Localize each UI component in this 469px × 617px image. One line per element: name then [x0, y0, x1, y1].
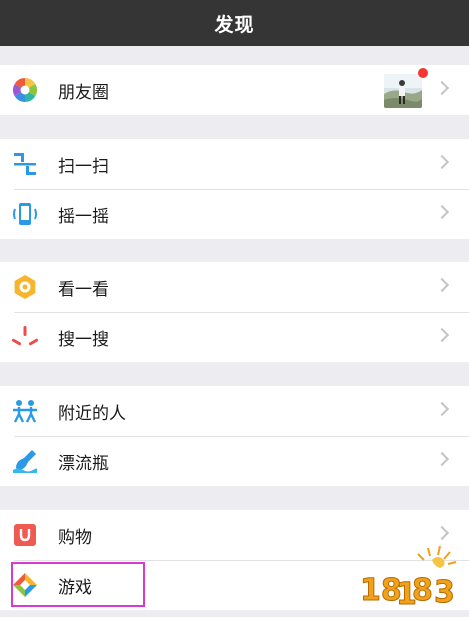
menu-item-label: 漂流瓶 [58, 453, 109, 474]
menu-item-label: 购物 [58, 527, 92, 548]
watermark-18183-logo: 18 1 8 3 [360, 545, 457, 610]
shake-phone-icon [13, 203, 37, 225]
group-stories-search: 看一看 搜一搜 [0, 262, 469, 362]
shopping-bag-icon [14, 524, 36, 546]
menu-item-shake[interactable]: 摇一摇 [0, 189, 469, 239]
chevron-right-icon [434, 204, 450, 220]
moments-aperture-icon [12, 78, 38, 102]
chevron-right-icon [434, 277, 450, 293]
chevron-right-icon [434, 154, 450, 170]
chevron-right-icon [434, 525, 450, 541]
menu-item-label: 搜一搜 [58, 329, 109, 350]
menu-item-scan[interactable]: 扫一扫 [0, 139, 469, 189]
chevron-right-icon [434, 401, 450, 417]
moments-latest-photo-thumbnail [384, 74, 422, 108]
group-nearby-bottle: 附近的人 漂流瓶 [0, 386, 469, 486]
people-nearby-icon [13, 400, 37, 423]
menu-item-drift-bottle[interactable]: 漂流瓶 [0, 436, 469, 486]
top-stories-icon [14, 275, 36, 299]
chevron-right-icon [434, 80, 450, 96]
svg-text:3: 3 [434, 575, 455, 610]
navigation-bar: 发现 [0, 0, 469, 46]
menu-item-label: 朋友圈 [58, 82, 109, 103]
games-highlight-box [11, 562, 145, 607]
unread-badge-dot [418, 68, 428, 78]
menu-item-search[interactable]: 搜一搜 [0, 312, 469, 362]
svg-text:8: 8 [412, 573, 433, 608]
menu-item-label: 扫一扫 [58, 156, 109, 177]
search-sparkle-icon [12, 326, 38, 346]
group-moments: 朋友圈 [0, 65, 469, 115]
page-title: 发现 [214, 13, 255, 36]
menu-item-top-stories[interactable]: 看一看 [0, 262, 469, 312]
menu-item-label: 摇一摇 [58, 206, 109, 227]
chevron-right-icon [434, 327, 450, 343]
chevron-right-icon [434, 451, 450, 467]
menu-item-label: 看一看 [58, 279, 109, 300]
menu-item-moments[interactable]: 朋友圈 [0, 65, 469, 115]
menu-item-label: 附近的人 [58, 403, 126, 424]
group-scan-shake: 扫一扫 摇一摇 [0, 139, 469, 239]
drift-bottle-icon [13, 450, 38, 473]
scan-icon [14, 153, 36, 175]
menu-item-people-nearby[interactable]: 附近的人 [0, 386, 469, 436]
